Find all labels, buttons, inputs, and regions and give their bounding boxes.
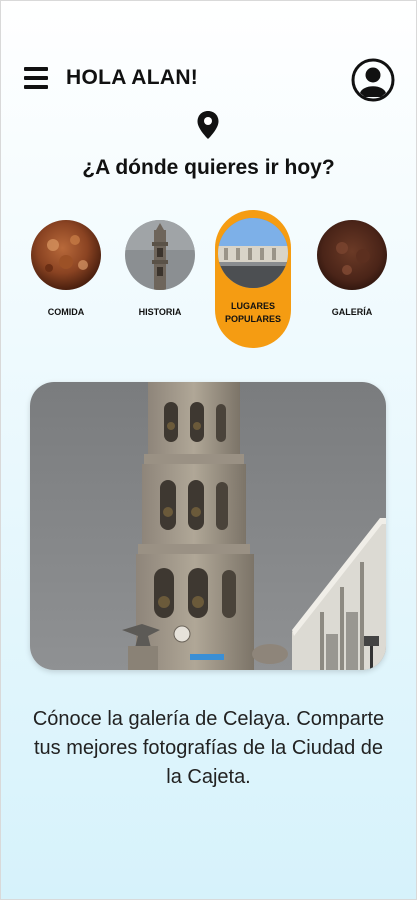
- category-label: HISTORIA: [138, 307, 182, 317]
- menu-icon[interactable]: [24, 67, 48, 89]
- location-pin-icon: [197, 111, 219, 139]
- food-thumbnail: [31, 220, 101, 290]
- user-profile-icon[interactable]: [351, 58, 395, 102]
- category-comida[interactable]: COMIDA: [28, 220, 104, 319]
- category-label: COMIDA: [47, 307, 85, 317]
- greeting-title: HOLA ALAN!: [66, 66, 199, 89]
- destination-question: ¿A dónde quieres ir hoy?: [82, 156, 335, 179]
- gallery-description: Cónoce la galería de Celaya. Comparte tu…: [32, 708, 385, 788]
- church-tower-thumbnail: [125, 220, 195, 290]
- category-label: GALERÍA: [331, 307, 373, 317]
- category-lugares-populares[interactable]: LUGARES POPULARES: [215, 210, 291, 348]
- gallery-thumbnail: [317, 220, 387, 290]
- plaza-thumbnail: [218, 218, 288, 288]
- category-historia[interactable]: HISTORIA: [122, 220, 198, 319]
- category-label: LUGARES POPULARES: [224, 301, 281, 324]
- featured-photo[interactable]: [30, 382, 386, 670]
- category-galeria[interactable]: GALERÍA: [314, 220, 390, 319]
